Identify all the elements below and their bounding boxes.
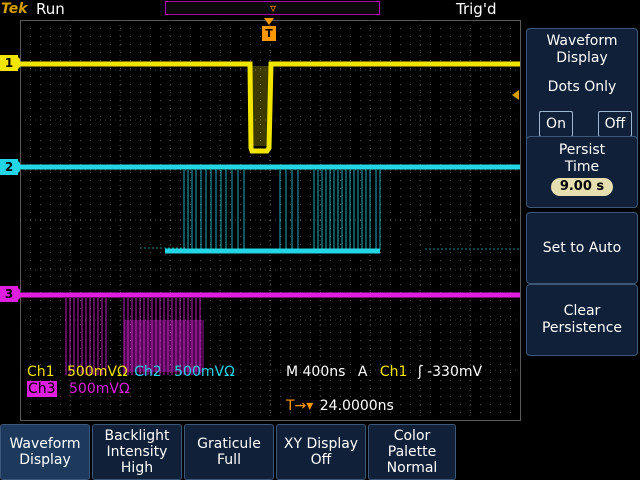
side-menu-title: Waveform Display xyxy=(546,33,618,66)
trigger-position-icon: ▿ xyxy=(269,1,277,15)
trigger-state: Trig'd xyxy=(456,0,497,18)
persist-time-value: 9.00 s xyxy=(551,178,613,196)
dots-off-button[interactable]: Off xyxy=(598,111,632,137)
ch1-readout: Ch1 500mVΩ Ch2 500mVΩ xyxy=(27,364,235,380)
graticule xyxy=(20,20,521,421)
graticule-button[interactable]: Graticule Full xyxy=(184,424,274,480)
ch2-marker[interactable]: 2 xyxy=(0,159,24,175)
side-menu: Waveform Display Dots Only On Off Persist… xyxy=(522,20,640,440)
timebase-readout: M 400ns A Ch1 ʃ -330mV xyxy=(286,364,483,380)
color-palette-button[interactable]: Color Palette Normal xyxy=(368,424,456,480)
dots-only-label: Dots Only xyxy=(547,79,617,95)
backlight-intensity-button[interactable]: Backlight Intensity High xyxy=(92,424,182,480)
waveform-display-tab[interactable]: Waveform Display xyxy=(0,424,90,480)
brand-logo: Tek xyxy=(1,1,28,17)
waveform-display[interactable] xyxy=(20,20,521,421)
trigger-position-readout: T→▾ 24.0000ns xyxy=(286,398,394,414)
trigger-arrow-icon xyxy=(264,18,274,25)
run-state: Run xyxy=(36,0,65,18)
bottom-menu: Waveform Display Backlight Intensity High G… xyxy=(0,424,640,480)
ch3-marker[interactable]: 3 xyxy=(0,286,24,302)
trigger-level-arrow-icon xyxy=(512,90,519,100)
set-to-auto-button[interactable]: Set to Auto xyxy=(526,212,638,284)
xy-display-button[interactable]: XY Display Off xyxy=(276,424,366,480)
trigger-position-icon: T→▾ xyxy=(286,398,314,414)
ch1-marker[interactable]: 1 xyxy=(0,55,24,71)
trigger-marker[interactable]: T xyxy=(262,26,276,41)
persist-time-button[interactable]: Persist Time 9.00 s xyxy=(526,136,638,208)
record-view-bar: ▿ xyxy=(165,1,380,15)
dots-on-button[interactable]: On xyxy=(539,111,573,137)
status-bar: Tek Run ▿ Trig'd xyxy=(0,0,640,20)
ch3-readout: Ch3 500mVΩ xyxy=(27,381,130,397)
rising-edge-icon: ʃ xyxy=(417,364,423,380)
clear-persistence-button[interactable]: Clear Persistence xyxy=(526,284,638,356)
